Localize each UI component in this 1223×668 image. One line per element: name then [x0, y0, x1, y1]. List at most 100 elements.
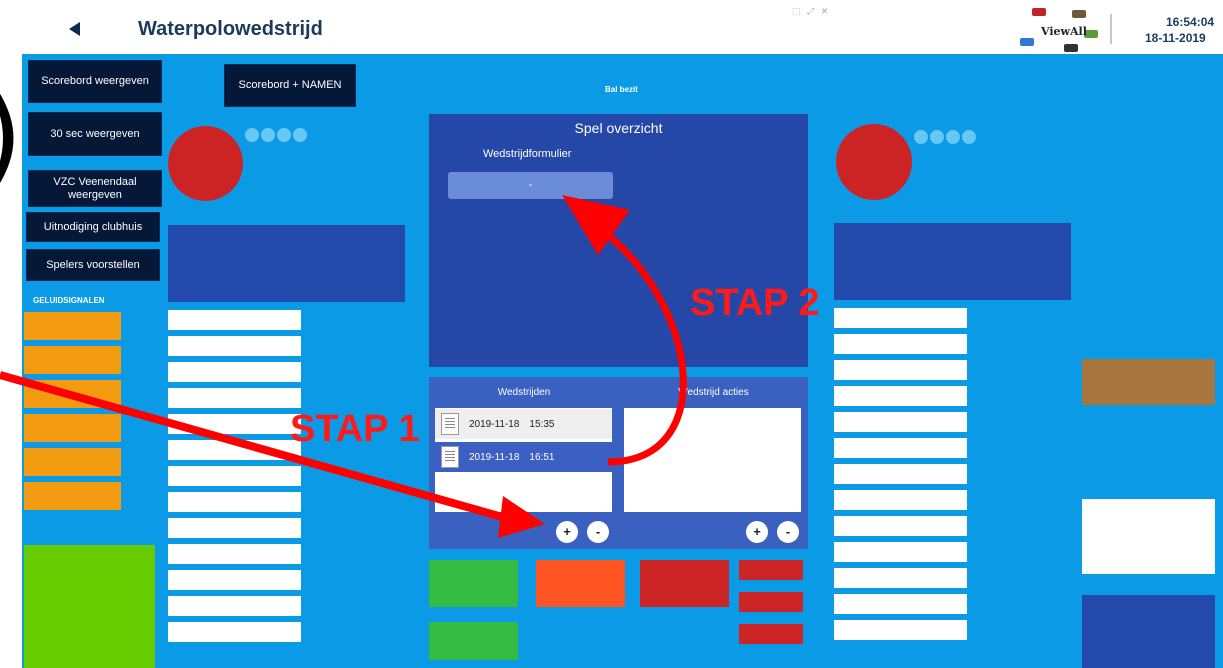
away-player-row[interactable] [834, 438, 967, 458]
home-player-row[interactable] [168, 414, 301, 434]
remove-action-button[interactable]: - [777, 521, 799, 543]
matches-heading: Wedstrijden [497, 387, 551, 398]
matches-panel: Wedstrijden Wedstrijd acties 2019-11-18 … [429, 377, 808, 549]
step1-annotation: STAP 1 [290, 408, 420, 450]
app-window: Waterpolowedstrijd ⬚ ⤢ ✕ ViewAll 16:54:0… [0, 0, 1223, 668]
introduce-players-button[interactable]: Spelers voorstellen [26, 249, 160, 281]
match-time: 15:35 [529, 418, 555, 430]
viewall-chip-icon [1032, 8, 1046, 16]
clock-time: 16:54:04 [1166, 15, 1215, 29]
home-player-row[interactable] [168, 622, 301, 642]
document-icon [441, 446, 459, 468]
page-title: Waterpolowedstrijd [138, 18, 323, 40]
away-player-row[interactable] [834, 464, 967, 484]
away-foul-dot [930, 130, 944, 144]
viewall-label: ViewAll [1041, 25, 1087, 38]
sound-signal-button[interactable] [24, 346, 121, 374]
viewall-chip-icon [1072, 10, 1086, 18]
red-action-tile-small[interactable] [739, 592, 803, 612]
home-foul-dot [293, 128, 307, 142]
home-player-row[interactable] [168, 466, 301, 486]
match-list-item[interactable]: 2019-11-18 15:35 [435, 409, 612, 439]
away-team-name-box[interactable] [834, 223, 1071, 300]
home-player-row[interactable] [168, 336, 301, 356]
home-player-row[interactable] [168, 492, 301, 512]
invite-clubhouse-button[interactable]: Uitnodiging clubhuis [26, 212, 160, 242]
orange-action-tile[interactable] [536, 560, 625, 607]
home-player-row[interactable] [168, 544, 301, 564]
away-player-row[interactable] [834, 334, 967, 354]
sound-signal-button[interactable] [24, 448, 121, 476]
add-action-button[interactable]: + [746, 521, 768, 543]
home-foul-dot [261, 128, 275, 142]
match-form-select[interactable]: - [448, 172, 613, 199]
clock-date: 18-11-2019 [1145, 31, 1206, 45]
back-arrow-icon [69, 22, 80, 36]
vzc-veenendaal-button[interactable]: VZC Veenendaal weergeven [28, 170, 162, 207]
brown-tile[interactable] [1082, 359, 1215, 405]
sound-signal-button[interactable] [24, 414, 121, 442]
cropped-annotation-glyph: ) [0, 80, 23, 190]
away-player-row[interactable] [834, 594, 967, 614]
red-action-tile-small[interactable] [739, 624, 803, 644]
sound-signals-heading: GELUIDSIGNALEN [33, 296, 105, 305]
red-action-tile-small[interactable] [739, 560, 803, 580]
green-action-tile[interactable] [429, 560, 518, 607]
scoreboard-names-button[interactable]: Scorebord + NAMEN [224, 64, 356, 107]
add-match-button[interactable]: + [556, 521, 578, 543]
home-player-row[interactable] [168, 440, 301, 460]
game-overview-panel: Spel overzicht Wedstrijdformulier - [429, 114, 808, 367]
home-player-row[interactable] [168, 310, 301, 330]
home-team-ball-indicator[interactable] [168, 126, 243, 201]
away-player-row[interactable] [834, 568, 967, 588]
sound-signal-button[interactable] [24, 482, 121, 510]
window-controls[interactable]: ⬚ ⤢ ✕ [792, 6, 830, 17]
match-form-label: Wedstrijdformulier [483, 148, 572, 160]
document-icon [441, 413, 459, 435]
remove-match-button[interactable]: - [587, 521, 609, 543]
home-foul-dot [277, 128, 291, 142]
overview-title: Spel overzicht [574, 120, 663, 136]
away-player-row[interactable] [834, 308, 967, 328]
sound-signal-button[interactable] [24, 380, 121, 408]
away-team-ball-indicator[interactable] [836, 124, 912, 200]
matches-list: 2019-11-18 15:35 2019-11-18 16:51 [435, 408, 612, 512]
ball-possession-label: Bal bezit [605, 85, 638, 94]
match-actions-list[interactable] [624, 408, 801, 512]
home-team-name-box[interactable] [168, 225, 405, 302]
away-player-row[interactable] [834, 412, 967, 432]
away-player-row[interactable] [834, 516, 967, 536]
away-player-row[interactable] [834, 386, 967, 406]
away-player-row[interactable] [834, 360, 967, 380]
home-foul-dot [245, 128, 259, 142]
match-list-item-selected[interactable]: 2019-11-18 16:51 [435, 442, 612, 472]
match-date: 2019-11-18 [469, 451, 520, 463]
home-player-row[interactable] [168, 362, 301, 382]
viewall-chip-icon [1064, 44, 1078, 52]
away-player-row[interactable] [834, 490, 967, 510]
away-foul-dot [914, 130, 928, 144]
step2-annotation: STAP 2 [690, 282, 820, 324]
divider [1110, 14, 1112, 44]
back-button[interactable] [66, 20, 88, 42]
away-foul-dot [946, 130, 960, 144]
home-player-row[interactable] [168, 570, 301, 590]
red-action-tile[interactable] [640, 560, 729, 607]
navy-tile[interactable] [1082, 595, 1215, 668]
away-foul-dot [962, 130, 976, 144]
home-player-row[interactable] [168, 518, 301, 538]
sound-signal-button[interactable] [24, 312, 121, 340]
green-action-tile-small[interactable] [429, 622, 518, 660]
scoreboard-button[interactable]: Scorebord weergeven [28, 60, 162, 103]
white-tile[interactable] [1082, 499, 1215, 574]
match-time: 16:51 [529, 451, 555, 463]
viewall-widget[interactable]: ViewAll [1014, 8, 1104, 52]
match-date: 2019-11-18 [469, 418, 520, 430]
home-player-row[interactable] [168, 596, 301, 616]
away-player-row[interactable] [834, 620, 967, 640]
show-30-sec-button[interactable]: 30 sec weergeven [28, 112, 162, 156]
away-player-row[interactable] [834, 542, 967, 562]
green-tile-left[interactable] [24, 545, 155, 668]
match-actions-heading: Wedstrijd acties [678, 387, 749, 398]
home-player-row[interactable] [168, 388, 301, 408]
